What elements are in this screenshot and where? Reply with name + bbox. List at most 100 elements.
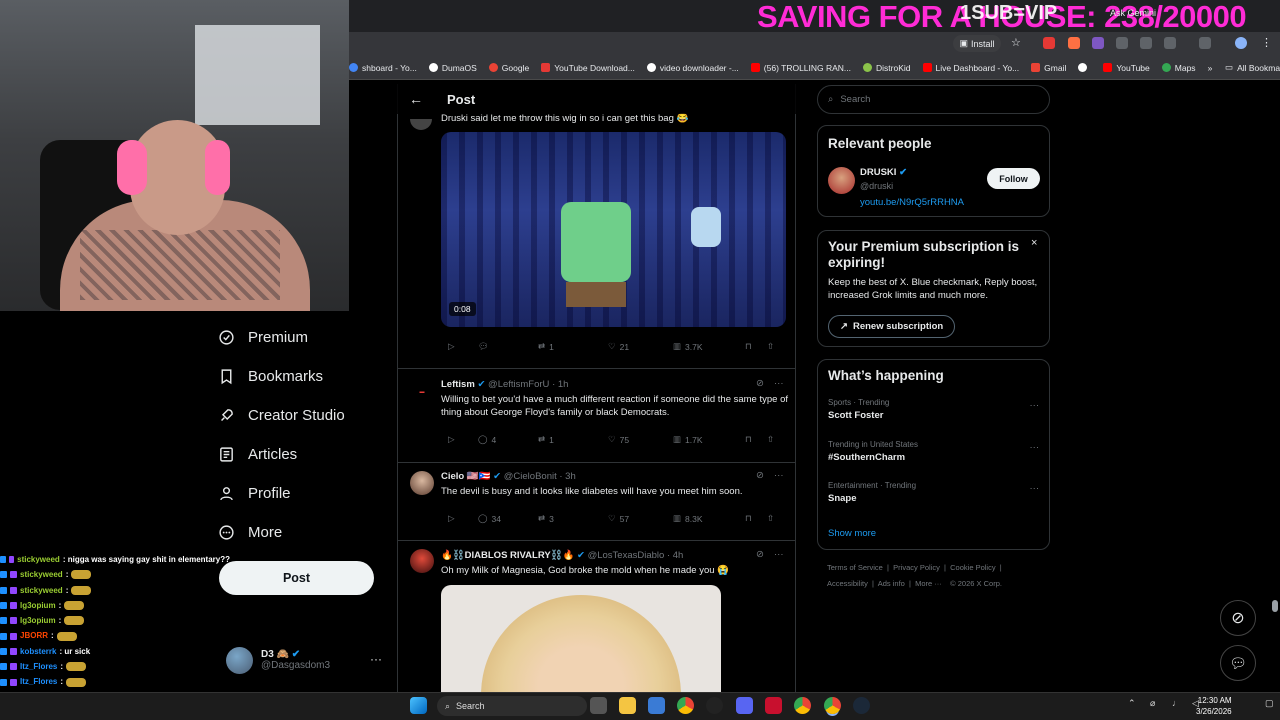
tweet-author[interactable]: 🔥⛓️DIABLOS RIVALRY⛓️🔥	[441, 550, 574, 561]
views-button[interactable]: ▥ 8.3K	[673, 513, 745, 524]
play-icon[interactable]: ▷	[448, 434, 478, 445]
extension-icon[interactable]	[1092, 37, 1104, 49]
footer-link[interactable]: Terms of Service	[827, 563, 883, 572]
tweet-more-icon[interactable]: ···	[774, 378, 784, 389]
bookmark-star-icon[interactable]: ☆	[1011, 36, 1021, 49]
retweet-button[interactable]: ⇄ 1	[538, 434, 608, 445]
bookmark-item[interactable]: (56) TROLLING RAN...	[750, 63, 851, 73]
reply-button[interactable]: ◯ 34	[478, 513, 538, 524]
tweet-handle[interactable]: @LeftismForU	[488, 379, 549, 390]
discord-icon[interactable]	[736, 697, 753, 714]
bookmark-item[interactable]	[1078, 63, 1091, 72]
trend-more-icon[interactable]: ···	[1030, 442, 1040, 453]
windows-start-icon[interactable]	[410, 697, 427, 714]
mic-icon[interactable]: ♩	[1172, 698, 1181, 708]
bookmark-icon[interactable]: ⊓	[745, 434, 767, 445]
extension-icon[interactable]	[1116, 37, 1128, 49]
person-link[interactable]: youtu.be/N9rQ5rRRHNA	[860, 197, 964, 208]
views-button[interactable]: ▥ 3.7K	[673, 341, 745, 352]
tweet-more-icon[interactable]: ···	[774, 470, 784, 481]
bookmark-item[interactable]: shboard - Yo...	[349, 63, 417, 73]
tweet-video[interactable]: 0:08	[441, 132, 786, 327]
bookmark-item[interactable]: DumaOS	[428, 63, 477, 73]
like-button[interactable]: ♡ 21	[608, 341, 673, 352]
all-bookmarks-button[interactable]: » ▭All Bookmarks	[1208, 62, 1280, 73]
extension-icon[interactable]	[1068, 37, 1080, 49]
profile-avatar[interactable]	[1235, 37, 1247, 49]
bookmark-icon[interactable]: ⊓	[745, 513, 767, 524]
tweet-image[interactable]	[441, 585, 721, 692]
bookmark-item[interactable]: Maps	[1161, 63, 1196, 73]
bookmark-item[interactable]: video downloader -...	[646, 63, 739, 73]
footer-link[interactable]: Accessibility	[827, 579, 868, 588]
tweet-author[interactable]: Leftism	[441, 379, 475, 390]
share-icon[interactable]: ⇧	[767, 513, 774, 524]
avatar[interactable]	[410, 471, 434, 495]
chrome-icon[interactable]	[677, 697, 694, 714]
close-icon[interactable]: ×	[1031, 237, 1037, 249]
scrollbar-thumb[interactable]	[1272, 600, 1278, 612]
extension-icon[interactable]	[1043, 37, 1055, 49]
footer-link[interactable]: Privacy Policy	[893, 563, 940, 572]
back-arrow-icon[interactable]: ←	[409, 91, 423, 107]
install-app-button[interactable]: ▣ Install	[953, 35, 1001, 52]
taskbar-search[interactable]: ⌕ Search	[437, 696, 587, 716]
trend-item[interactable]: Trending in United States #SouthernCharm…	[828, 440, 1041, 474]
nav-more[interactable]: More	[218, 513, 388, 552]
footer-link[interactable]: Ads info	[878, 579, 905, 588]
puzzle-icon[interactable]	[1164, 37, 1176, 49]
trend-more-icon[interactable]: ···	[1030, 483, 1040, 494]
bookmark-item[interactable]: Gmail	[1031, 63, 1066, 73]
bookmark-item[interactable]: Live Dashboard - Yo...	[922, 63, 1019, 73]
reply-button[interactable]: 💬︎	[478, 341, 538, 352]
renew-subscription-button[interactable]: ↗ Renew subscription	[828, 315, 956, 338]
grok-fab[interactable]: ⊘	[1220, 600, 1256, 636]
notification-icon[interactable]: ▢	[1265, 698, 1274, 709]
bookmark-icon[interactable]: ⊓	[745, 341, 767, 352]
grok-icon[interactable]: ⊘	[756, 470, 764, 481]
footer-link[interactable]: More ···	[915, 579, 942, 588]
nav-articles[interactable]: Articles	[218, 435, 388, 474]
tweet-time[interactable]: · 3h	[559, 471, 575, 482]
browser-menu-icon[interactable]: ⋮	[1261, 36, 1272, 49]
nav-bookmarks[interactable]: Bookmarks	[218, 357, 388, 396]
chrome-active-icon[interactable]	[824, 697, 841, 714]
tweet-author[interactable]: Cielo 🇺🇸🇵🇷	[441, 471, 491, 482]
like-button[interactable]: ♡ 57	[608, 513, 673, 524]
task-view-icon[interactable]	[590, 697, 607, 714]
taskbar-clock[interactable]: 12:30 AM 3/26/2026	[1196, 695, 1232, 717]
adobe-icon[interactable]	[765, 697, 782, 714]
chrome-icon[interactable]	[794, 697, 811, 714]
trend-item[interactable]: Entertainment · Trending Snape ···	[828, 481, 1041, 515]
avatar[interactable]: ▬	[410, 380, 434, 404]
play-icon[interactable]: ▷	[448, 513, 478, 524]
bookmark-item[interactable]: Google	[488, 63, 529, 73]
steam-icon[interactable]	[853, 697, 870, 714]
tweet-time[interactable]: · 4h	[667, 550, 683, 561]
share-icon[interactable]: ⇧	[767, 341, 774, 352]
avatar[interactable]	[410, 549, 434, 573]
post-button[interactable]: Post	[219, 561, 374, 595]
tweet-handle[interactable]: @LosTexasDiablo	[588, 550, 665, 561]
footer-link[interactable]: Cookie Policy	[950, 563, 995, 572]
person-name[interactable]: DRUSKI ✔	[860, 167, 907, 178]
views-button[interactable]: ▥ 1.7K	[673, 434, 745, 445]
bookmark-item[interactable]: YouTube	[1103, 63, 1150, 73]
nav-premium[interactable]: Premium	[218, 318, 388, 357]
file-explorer-icon[interactable]	[619, 697, 636, 714]
app-icon[interactable]	[706, 697, 723, 714]
share-icon[interactable]: ⇧	[767, 434, 774, 445]
network-icon[interactable]: ⌀	[1150, 698, 1155, 709]
trend-more-icon[interactable]: ···	[1030, 400, 1040, 411]
bookmark-item[interactable]: DistroKid	[863, 63, 911, 73]
reply-button[interactable]: ◯ 4	[478, 434, 538, 445]
follow-button[interactable]: Follow	[987, 168, 1040, 189]
sidepanel-icon[interactable]	[1199, 37, 1211, 49]
messages-fab[interactable]: 💬︎	[1220, 645, 1256, 681]
tweet-handle[interactable]: @CieloBonit	[504, 471, 557, 482]
grok-icon[interactable]: ⊘	[756, 549, 764, 560]
nav-creator-studio[interactable]: Creator Studio	[218, 396, 388, 435]
account-switcher[interactable]: D3 🙈 ✔ @Dasgasdom3	[226, 644, 386, 676]
show-more-link[interactable]: Show more	[828, 528, 876, 539]
grok-icon[interactable]: ⊘	[756, 378, 764, 389]
